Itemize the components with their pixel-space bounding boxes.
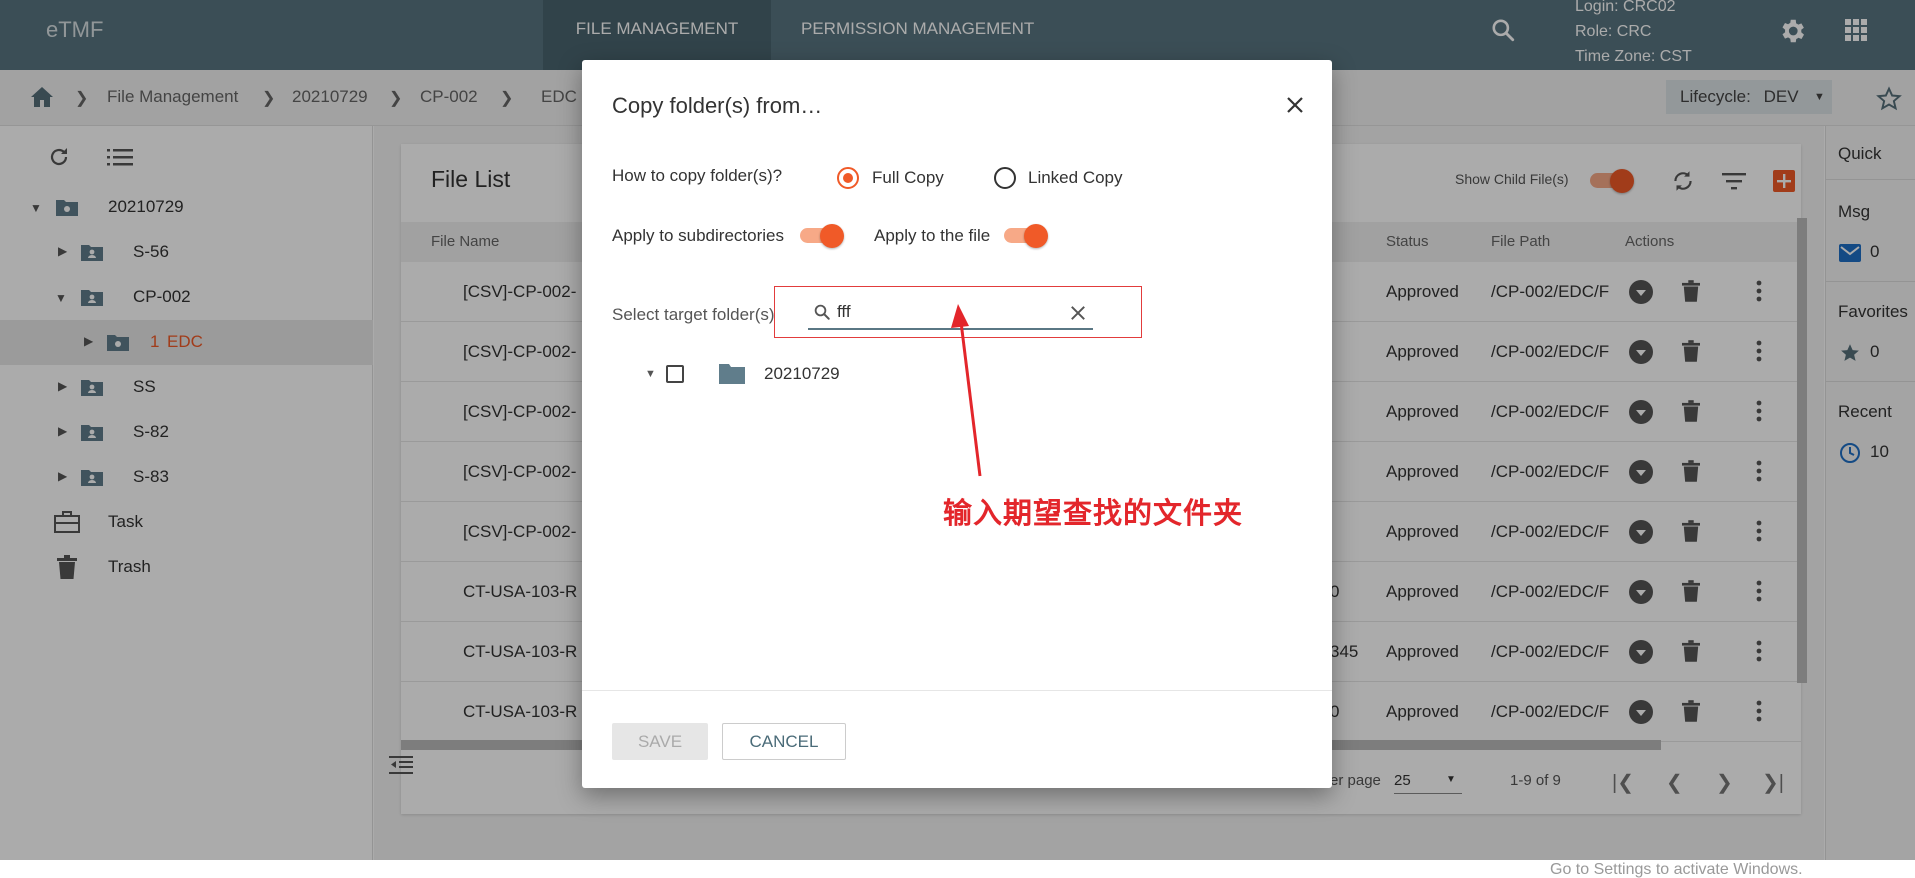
annotation-arrow <box>951 304 982 477</box>
windows-watermark: Go to Settings to activate Windows. <box>1550 861 1803 878</box>
annotation-text: 输入期望查找的文件夹 <box>943 496 1244 530</box>
